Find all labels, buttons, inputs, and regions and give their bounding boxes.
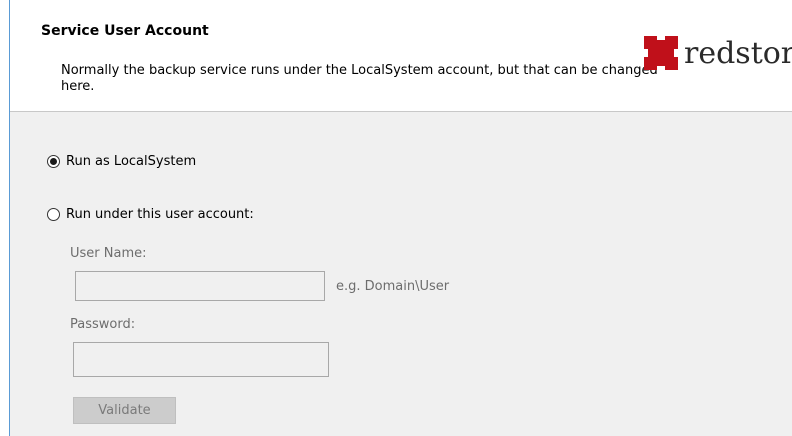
radio-button-unchecked[interactable] bbox=[47, 208, 60, 221]
username-hint: e.g. Domain\User bbox=[336, 279, 450, 294]
radio-label-user-account: Run under this user account: bbox=[66, 207, 254, 222]
radio-run-as-user[interactable]: Run under this user account: bbox=[47, 207, 254, 222]
redstor-logo-icon bbox=[644, 36, 678, 70]
password-input[interactable] bbox=[73, 342, 329, 377]
password-label: Password: bbox=[70, 317, 136, 332]
logo-wordmark: redstor bbox=[684, 35, 792, 71]
radio-button-checked[interactable] bbox=[47, 155, 60, 168]
username-input[interactable] bbox=[75, 271, 325, 301]
header-panel: Service User Account Normally the backup… bbox=[10, 0, 792, 112]
username-label: User Name: bbox=[70, 246, 147, 261]
page-title: Service User Account bbox=[41, 23, 209, 39]
installer-window: Service User Account Normally the backup… bbox=[0, 0, 792, 436]
radio-run-as-localsystem[interactable]: Run as LocalSystem bbox=[47, 154, 196, 169]
redstor-logo: redstor bbox=[644, 32, 792, 74]
validate-button[interactable]: Validate bbox=[73, 397, 176, 424]
content-panel: Run as LocalSystem Run under this user a… bbox=[10, 112, 792, 436]
radio-label-localsystem: Run as LocalSystem bbox=[66, 154, 197, 169]
page-description: Normally the backup service runs under t… bbox=[61, 63, 658, 94]
